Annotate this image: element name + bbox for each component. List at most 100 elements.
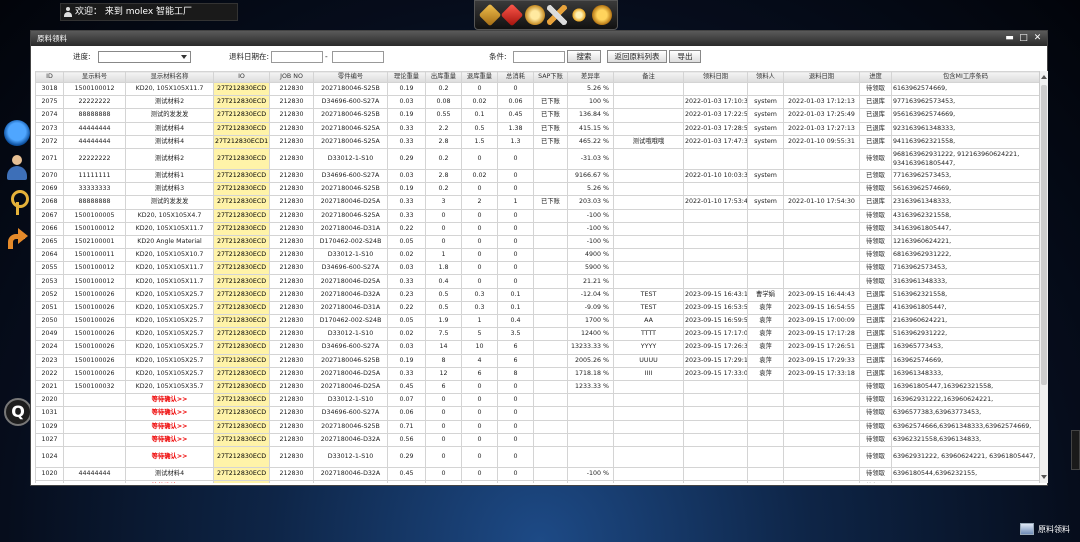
column-header[interactable]: SAP下账 <box>533 71 568 83</box>
table-cell: 163962574669, <box>891 353 1039 368</box>
table-cell: 0.71 <box>387 419 426 434</box>
table-row[interactable]: 2055 1500100012 KD20, 105X105X11.7 27T21283… <box>35 261 1039 276</box>
table-row[interactable]: 2073 44444444 测试材料4 27T212830ECD 212830 20271… <box>35 121 1039 136</box>
date-to-input[interactable] <box>332 51 384 63</box>
progress-select[interactable] <box>98 51 191 63</box>
maximize-button[interactable]: □ <box>1018 32 1029 44</box>
back-to-list-button[interactable]: 返回原料列表 <box>607 50 667 63</box>
column-header[interactable]: IO <box>213 71 270 83</box>
table-row[interactable]: 2072 44444444 测试材料4 27T212830ECD1 212830 2027… <box>35 134 1039 149</box>
column-header[interactable]: 进度 <box>859 71 892 83</box>
export-button[interactable]: 导出 <box>669 50 701 63</box>
table-row[interactable]: 2021 1500100032 KD20, 105X105X35.7 27T21283… <box>35 379 1039 395</box>
table-cell: 1.8 <box>425 261 462 276</box>
table-row[interactable]: 2023 1500100026 KD20, 105X105X25.7 27T21283… <box>35 353 1039 368</box>
table-row[interactable]: 2070 11111111 测试材料1 27T212830ECD 212830 D3469… <box>35 168 1039 184</box>
column-header[interactable]: 出库重量 <box>425 71 462 83</box>
table-cell: 测试材料1 <box>125 168 214 184</box>
table-cell: 0 <box>497 221 534 236</box>
table-row[interactable]: 2075 22222222 测试材料2 27T212830ECD 212830 D3469… <box>35 95 1039 110</box>
table-cell: 7.5 <box>425 327 462 342</box>
column-header[interactable]: 领料日期 <box>683 71 748 83</box>
cube-gold-icon[interactable] <box>478 3 502 27</box>
package-icon[interactable] <box>591 5 612 25</box>
column-header[interactable]: 包含MI工序条码 <box>891 71 1039 83</box>
table-cell: 5900 % <box>567 261 614 276</box>
table-row[interactable]: 2022 1500100026 KD20, 105X105X25.7 27T21283… <box>35 366 1039 381</box>
column-header[interactable]: 退料日期 <box>783 71 860 83</box>
table-row[interactable]: 2064 1500100011 KD20, 105X105X10.7 27T21283… <box>35 248 1039 263</box>
table-row[interactable]: 3018 1500100012 KD20, 105X105X11.7 27T21283… <box>35 81 1039 97</box>
table-row[interactable]: 2050 1500100026 KD20, 105X105X25.7 27T21283… <box>35 313 1039 329</box>
table-cell <box>683 221 748 236</box>
column-header[interactable]: JOB NO <box>269 71 314 83</box>
table-cell: 44444444 <box>63 466 126 482</box>
table-cell: 2.8 <box>425 134 462 149</box>
table-row[interactable]: 2067 1500100005 KD20, 105X105X4.7 27T212830… <box>35 208 1039 223</box>
table-row[interactable]: 2024 1500100026 KD20, 105X105X25.7 27T21283… <box>35 340 1039 355</box>
gears-icon[interactable] <box>569 5 590 25</box>
scroll-down-icon[interactable] <box>1041 475 1047 479</box>
scroll-up-icon[interactable] <box>1041 75 1047 79</box>
table-cell: 3.5 <box>497 327 534 342</box>
chat-icon[interactable] <box>4 120 30 146</box>
condition-input[interactable] <box>513 51 565 63</box>
table-row[interactable]: 1019 等待确认>>27T212830ECD212830D170462-002-… <box>35 480 1039 483</box>
table-cell: 0.33 <box>387 121 426 136</box>
column-header[interactable]: 理论重量 <box>387 71 426 83</box>
minimize-button[interactable]: ▬ <box>1004 32 1015 44</box>
column-header[interactable]: 零件编号 <box>313 71 388 83</box>
table-cell: 27T212830ECD <box>213 353 270 368</box>
cube-red-icon[interactable] <box>501 3 524 27</box>
table-row[interactable]: 1020 44444444 测试材料4 27T212830ECD 212830 20271… <box>35 466 1039 482</box>
logout-arrow-icon[interactable] <box>4 225 30 251</box>
table-cell: 0.07 <box>387 393 426 408</box>
column-header[interactable]: 差异率 <box>567 71 614 83</box>
vertical-scrollbar[interactable] <box>1039 71 1048 483</box>
table-row[interactable]: 2020 等待确认>> 27T212830ECD 212830 D33012-1-S10… <box>35 393 1039 408</box>
side-panel-handle[interactable] <box>1071 430 1080 470</box>
table-cell: 2055 <box>35 261 64 276</box>
table-row[interactable]: 1029 等待确认>> 27T212830ECD 212830 2027180046-S… <box>35 419 1039 434</box>
window-titlebar[interactable]: 原料领料 ▬ □ ✕ <box>31 31 1047 46</box>
table-row[interactable]: 2052 1500100026 KD20, 105X105X25.7 27T21283… <box>35 287 1039 302</box>
table-row[interactable]: 1027 等待确认>> 27T212830ECD 212830 2027180046-D… <box>35 432 1039 447</box>
table-row[interactable]: 2051 1500100026 KD20, 105X105X25.7 27T21283… <box>35 300 1039 316</box>
search-button[interactable]: 搜索 <box>567 50 601 63</box>
column-header[interactable]: 领料人 <box>747 71 784 83</box>
table-cell: 163961348333, <box>891 366 1039 381</box>
key-icon[interactable] <box>4 190 30 216</box>
tools-icon[interactable] <box>547 5 568 25</box>
table-row[interactable]: 1031 等待确认>> 27T212830ECD 212830 D34696-600-S… <box>35 406 1039 421</box>
column-header[interactable]: 总消耗 <box>497 71 534 83</box>
table-row[interactable]: 2071 22222222 测试材料2 27T212830ECD 212830 D3301… <box>35 147 1039 170</box>
table-cell <box>683 261 748 276</box>
scrollbar-thumb[interactable] <box>1041 85 1047 385</box>
column-header[interactable]: 显示料号 <box>63 71 126 83</box>
table-row[interactable]: 2066 1500100012 KD20, 105X105X11.7 27T21283… <box>35 221 1039 236</box>
taskbar-item-material-picking[interactable]: 原料领料 <box>1014 516 1080 542</box>
clock-doc-icon[interactable] <box>524 5 545 25</box>
table-cell: 68163962931222, <box>891 248 1039 263</box>
close-button[interactable]: ✕ <box>1032 32 1043 44</box>
column-header[interactable]: 退库重量 <box>461 71 498 83</box>
column-header[interactable]: ID <box>35 71 64 83</box>
table-row[interactable]: 2065 1502100001 KD20 Angle Material 27T2128… <box>35 234 1039 250</box>
table-row[interactable]: 2074 88888888 测试的发发发 27T212830ECD 212830 2027… <box>35 108 1039 123</box>
column-header[interactable]: 显示材料名称 <box>125 71 214 83</box>
table-row[interactable]: 2068 88888888 测试的发发发 27T212830ECD 212830 2027… <box>35 195 1039 210</box>
date-from-input[interactable] <box>271 51 323 63</box>
table-row[interactable]: 2053 1500100012 KD20, 105X105X11.7 27T21283… <box>35 274 1039 289</box>
table-row[interactable]: 1024 等待确认>> 27T212830ECD 212830 D33012-1-S10… <box>35 445 1039 468</box>
table-row[interactable]: 2069 33333333 测试材料3 27T212830ECD 212830 20271… <box>35 182 1039 197</box>
column-header[interactable]: 备注 <box>613 71 684 83</box>
table-cell: 0 <box>497 419 534 434</box>
table-cell: 等待确认>> <box>125 393 214 408</box>
window-icon <box>1020 523 1034 535</box>
table-row[interactable]: 2049 1500100026 KD20, 105X105X25.7 27T21283… <box>35 327 1039 342</box>
contacts-icon[interactable] <box>4 155 30 181</box>
table-cell: 0 <box>425 221 462 236</box>
quick-search-icon[interactable]: Q <box>4 398 32 426</box>
table-cell: 5 <box>461 327 498 342</box>
table-cell: 2027180046-S25B <box>313 353 388 368</box>
